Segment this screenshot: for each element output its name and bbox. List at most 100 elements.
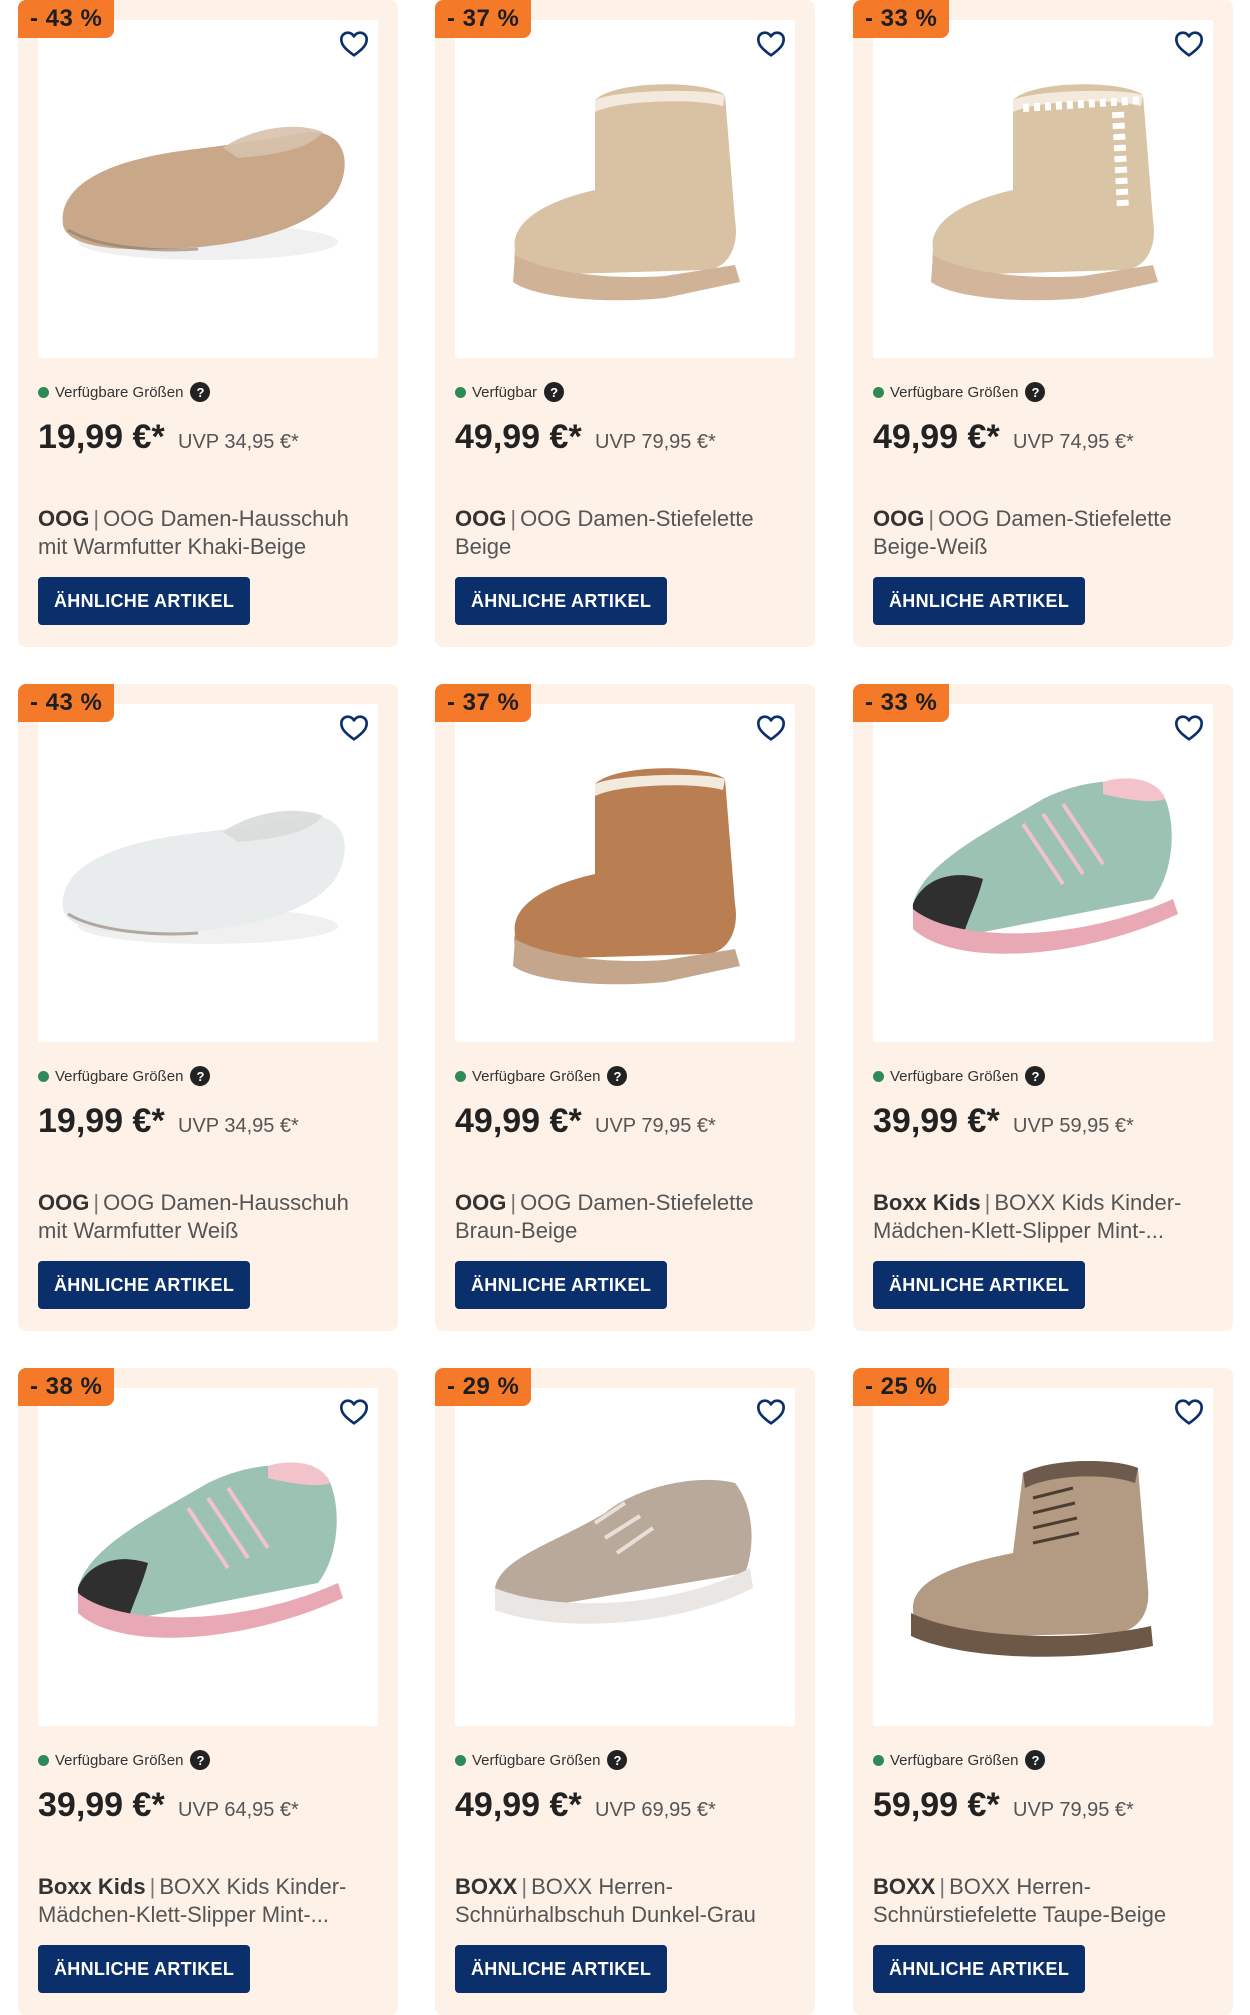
product-price: 39,99 €* (873, 1102, 1000, 1140)
product-brand: OOG (38, 506, 90, 531)
product-image[interactable] (38, 704, 378, 1042)
product-image[interactable] (38, 20, 378, 358)
availability-info: Verfügbare Größen ? (873, 1064, 1046, 1088)
product-title[interactable]: OOG | OOG Damen-Stiefelette Braun-Beige (455, 1189, 800, 1245)
product-image[interactable] (873, 1388, 1213, 1726)
similar-items-button[interactable]: ÄHNLICHE ARTIKEL (455, 1261, 668, 1309)
product-uvp: UVP 59,95 €* (1013, 1115, 1134, 1137)
product-title[interactable]: Boxx Kids | BOXX Kids Kinder-Mädchen-Klett… (873, 1189, 1218, 1245)
availability-label: Verfügbare Größen (55, 383, 184, 401)
product-title[interactable]: OOG | OOG Damen-Hausschuh mit Warmfutter K… (38, 505, 383, 561)
similar-items-button[interactable]: ÄHNLICHE ARTIKEL (455, 1945, 668, 1993)
availability-label: Verfügbare Größen (472, 1751, 601, 1769)
product-uvp: UVP 34,95 €* (178, 431, 299, 453)
ankle-boot-beige-icon (513, 84, 740, 301)
help-icon[interactable]: ? (190, 382, 211, 402)
slipper-white-icon (62, 810, 345, 944)
product-card-3[interactable]: - 33 % Verfügbare Größen ? 49,99 €* UVP … (853, 0, 1233, 647)
favorite-heart-icon[interactable] (338, 712, 370, 744)
available-dot-icon (38, 386, 49, 398)
product-brand: OOG (38, 1190, 90, 1215)
product-title[interactable]: OOG | OOG Damen-Hausschuh mit Warmfutter W… (38, 1189, 383, 1245)
availability-label: Verfügbare Größen (55, 1067, 184, 1085)
favorite-heart-icon[interactable] (338, 1396, 370, 1428)
discount-badge: - 43 % (18, 0, 115, 38)
availability-info: Verfügbare Größen ? (38, 1064, 211, 1088)
product-uvp: UVP 69,95 €* (595, 1799, 716, 1821)
product-image[interactable] (455, 1388, 795, 1726)
product-price: 49,99 €* (873, 418, 1000, 456)
product-card-5[interactable]: - 37 % Verfügbare Größen ? 49,99 €* UVP … (435, 684, 815, 1331)
favorite-heart-icon[interactable] (755, 28, 787, 60)
slipper-khaki-beige-icon (62, 126, 345, 260)
product-uvp: UVP 79,95 €* (595, 1115, 716, 1137)
favorite-heart-icon[interactable] (755, 1396, 787, 1428)
availability-info: Verfügbare Größen ? (873, 1748, 1046, 1772)
product-brand: Boxx Kids (38, 1874, 146, 1899)
discount-badge: - 29 % (435, 1368, 532, 1406)
product-uvp: UVP 64,95 €* (178, 1799, 299, 1821)
product-title[interactable]: BOXX | BOXX Herren-Schnürstiefelette Taupe… (873, 1873, 1218, 1929)
discount-badge: - 43 % (18, 684, 115, 722)
product-card-4[interactable]: - 43 % Verfügbare Größen ? 19,99 €* UVP … (18, 684, 398, 1331)
similar-items-button[interactable]: ÄHNLICHE ARTIKEL (38, 577, 251, 625)
similar-items-button[interactable]: ÄHNLICHE ARTIKEL (38, 1261, 251, 1309)
product-price: 59,99 €* (873, 1786, 1000, 1824)
available-dot-icon (873, 1754, 884, 1766)
availability-label: Verfügbare Größen (890, 383, 1019, 401)
favorite-heart-icon[interactable] (1173, 28, 1205, 60)
product-title[interactable]: Boxx Kids | BOXX Kids Kinder-Mädchen-Klett… (38, 1873, 383, 1929)
similar-items-button[interactable]: ÄHNLICHE ARTIKEL (873, 1261, 1086, 1309)
available-dot-icon (455, 1070, 466, 1082)
similar-items-button[interactable]: ÄHNLICHE ARTIKEL (873, 1945, 1086, 1993)
product-image[interactable] (873, 704, 1213, 1042)
help-icon[interactable]: ? (190, 1750, 211, 1770)
product-card-6[interactable]: - 33 % Verfügbare Größen ? 39,99 €* UVP … (853, 684, 1233, 1331)
product-card-8[interactable]: - 29 % Verfügbare Größen ? 49,99 €* UVP … (435, 1368, 815, 2015)
product-brand: Boxx Kids (873, 1190, 981, 1215)
help-icon[interactable]: ? (1025, 1066, 1046, 1086)
discount-badge: - 33 % (853, 0, 950, 38)
product-card-7[interactable]: - 38 % Verfügbare Größen ? 39,99 €* UVP … (18, 1368, 398, 2015)
product-brand: OOG (455, 506, 507, 531)
product-title[interactable]: OOG | OOG Damen-Stiefelette Beige (455, 505, 800, 561)
discount-badge: - 37 % (435, 0, 532, 38)
available-dot-icon (455, 1754, 466, 1766)
product-price: 49,99 €* (455, 418, 582, 456)
product-image[interactable] (873, 20, 1213, 358)
help-icon[interactable]: ? (607, 1750, 628, 1770)
favorite-heart-icon[interactable] (338, 28, 370, 60)
product-image[interactable] (38, 1388, 378, 1726)
product-image[interactable] (455, 20, 795, 358)
favorite-heart-icon[interactable] (1173, 1396, 1205, 1428)
product-brand: BOXX (873, 1874, 936, 1899)
product-image[interactable] (455, 704, 795, 1042)
help-icon[interactable]: ? (1025, 382, 1046, 402)
product-uvp: UVP 79,95 €* (1013, 1799, 1134, 1821)
availability-label: Verfügbar (472, 383, 538, 401)
product-title[interactable]: BOXX | BOXX Herren-Schnürhalbschuh Dunkel-… (455, 1873, 800, 1929)
product-uvp: UVP 34,95 €* (178, 1115, 299, 1137)
product-price: 39,99 €* (38, 1786, 165, 1824)
help-icon[interactable]: ? (544, 382, 565, 402)
help-icon[interactable]: ? (607, 1066, 628, 1086)
similar-items-button[interactable]: ÄHNLICHE ARTIKEL (38, 1945, 251, 1993)
product-brand: OOG (455, 1190, 507, 1215)
product-title[interactable]: OOG | OOG Damen-Stiefelette Beige-Weiß (873, 505, 1218, 561)
product-price: 49,99 €* (455, 1786, 582, 1824)
product-card-9[interactable]: - 25 % Verfügbare Größen ? 59,99 €* UVP … (853, 1368, 1233, 2015)
product-card-1[interactable]: - 43 % Verfügbare Größen ? 19,99 €* UVP … (18, 0, 398, 647)
favorite-heart-icon[interactable] (1173, 712, 1205, 744)
product-brand: OOG (873, 506, 925, 531)
similar-items-button[interactable]: ÄHNLICHE ARTIKEL (455, 577, 668, 625)
product-card-2[interactable]: - 37 % Verfügbar ? 49,99 €* UVP 79,95 €*… (435, 0, 815, 647)
product-uvp: UVP 74,95 €* (1013, 431, 1134, 453)
product-price: 19,99 €* (38, 418, 165, 456)
product-grid: - 43 % Verfügbare Größen ? 19,99 €* UVP … (0, 0, 1250, 2015)
sneaker-taupe-icon (494, 1479, 753, 1624)
help-icon[interactable]: ? (1025, 1750, 1046, 1770)
similar-items-button[interactable]: ÄHNLICHE ARTIKEL (873, 577, 1086, 625)
kids-sneaker-mint-icon (912, 778, 1178, 954)
help-icon[interactable]: ? (190, 1066, 211, 1086)
favorite-heart-icon[interactable] (755, 712, 787, 744)
